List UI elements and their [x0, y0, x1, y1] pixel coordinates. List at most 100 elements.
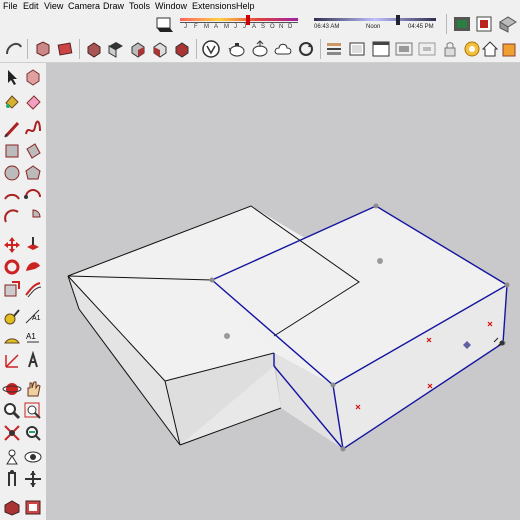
view-iso-icon[interactable]	[84, 39, 104, 59]
walk-icon[interactable]	[2, 469, 22, 489]
rotated-rectangle-icon[interactable]	[23, 141, 43, 161]
move-icon[interactable]	[2, 235, 22, 255]
scene-add-icon[interactable]	[417, 39, 437, 59]
scale-icon[interactable]	[2, 279, 22, 299]
push-pull-icon[interactable]	[23, 235, 43, 255]
section-plane-icon[interactable]	[324, 39, 344, 59]
month-label: A	[214, 24, 219, 30]
separator	[446, 14, 447, 34]
teapot-icon[interactable]	[227, 39, 247, 59]
teapot-upload-icon[interactable]	[250, 39, 270, 59]
month-label: S	[261, 24, 266, 30]
rectangle-icon[interactable]	[2, 141, 22, 161]
arc-icon[interactable]	[2, 185, 22, 205]
month-label: J	[243, 24, 246, 30]
month-label: N	[279, 24, 284, 30]
separator	[320, 39, 321, 59]
separator	[79, 39, 80, 59]
main-toolbar	[0, 36, 520, 63]
extension-warehouse-icon[interactable]	[23, 497, 43, 517]
month-label: J	[184, 24, 187, 30]
freehand-icon[interactable]	[23, 119, 43, 139]
left-toolbar: A1 A1	[0, 63, 47, 520]
scene-icon[interactable]	[394, 39, 414, 59]
circle-icon[interactable]	[2, 163, 22, 183]
view-front-icon[interactable]	[128, 39, 148, 59]
position-camera-icon[interactable]	[2, 447, 22, 467]
pie-icon[interactable]	[23, 207, 43, 227]
look-around-icon[interactable]	[23, 447, 43, 467]
model-canvas[interactable]	[46, 63, 520, 520]
menu-help[interactable]: Help	[236, 1, 255, 12]
polygon-icon[interactable]	[23, 163, 43, 183]
tape-measure-icon[interactable]	[2, 307, 22, 327]
menu-file[interactable]: File	[3, 1, 18, 12]
month-label: D	[288, 24, 293, 30]
zoom-icon[interactable]	[2, 401, 22, 421]
share-model-icon[interactable]	[498, 14, 518, 34]
3d-warehouse-icon[interactable]	[2, 497, 22, 517]
three-point-arc-icon[interactable]	[2, 207, 22, 227]
menu-edit[interactable]: Edit	[23, 1, 39, 12]
line-pencil-icon[interactable]	[2, 119, 22, 139]
lock-icon[interactable]	[440, 39, 460, 59]
3d-warehouse-icon[interactable]	[452, 14, 472, 34]
axes-icon[interactable]	[2, 351, 22, 371]
dimension-icon[interactable]: A1	[23, 307, 43, 327]
make-component-icon[interactable]	[23, 67, 43, 87]
month-label: M	[224, 24, 229, 30]
extension-warehouse-icon[interactable]	[474, 14, 494, 34]
house-icon[interactable]	[480, 39, 500, 59]
shadows-toolbar: J F M A M J J A S O N D 06:43 AM Noon 04…	[148, 12, 520, 36]
time-slider-thumb[interactable]	[396, 15, 400, 25]
follow-me-icon[interactable]	[23, 257, 43, 277]
model-info-icon[interactable]	[201, 39, 221, 59]
menu-camera[interactable]: Camera	[68, 1, 100, 12]
time-slider[interactable]	[314, 18, 436, 21]
menu-draw[interactable]: Draw	[103, 1, 124, 12]
rotate-icon[interactable]	[2, 257, 22, 277]
offset-icon[interactable]	[23, 279, 43, 299]
eraser-icon[interactable]	[23, 91, 43, 111]
protractor-icon[interactable]	[2, 329, 22, 349]
pan-hand-icon[interactable]	[23, 379, 43, 399]
separator	[27, 39, 28, 59]
section-plane-icon[interactable]	[23, 469, 43, 489]
paint-bucket-icon[interactable]	[2, 91, 22, 111]
cloud-icon[interactable]	[273, 39, 293, 59]
zoom-window-icon[interactable]	[23, 401, 43, 421]
sync-icon[interactable]	[296, 39, 316, 59]
svg-text:A1: A1	[32, 315, 41, 322]
menu-view[interactable]: View	[44, 1, 63, 12]
month-label: F	[194, 24, 198, 30]
two-point-arc-icon[interactable]	[23, 185, 43, 205]
menu-window[interactable]: Window	[155, 1, 187, 12]
time-mid-label: Noon	[366, 24, 381, 30]
month-label: O	[270, 24, 275, 30]
3d-text-icon[interactable]	[23, 350, 43, 371]
menu-extensions[interactable]: Extensions	[192, 1, 236, 12]
section-display-icon[interactable]	[347, 39, 367, 59]
shadows-toggle-icon[interactable]	[154, 14, 174, 34]
select-arrow-icon[interactable]	[2, 67, 22, 87]
freehand-icon[interactable]	[4, 39, 24, 59]
text-icon[interactable]: A1	[23, 329, 43, 349]
styles-icon[interactable]	[462, 39, 482, 59]
make-component-icon[interactable]	[33, 39, 53, 59]
month-label: M	[204, 24, 209, 30]
view-top-icon[interactable]	[106, 39, 126, 59]
view-right-icon[interactable]	[150, 39, 170, 59]
dynamic-component-icon[interactable]	[500, 39, 520, 59]
month-label: A	[252, 24, 257, 30]
month-label: J	[234, 24, 237, 30]
separator	[196, 39, 197, 59]
view-back-icon[interactable]	[172, 39, 192, 59]
menu-tools[interactable]: Tools	[129, 1, 150, 12]
paint-bucket-icon[interactable]	[55, 39, 75, 59]
orbit-icon[interactable]	[2, 379, 22, 399]
time-end-label: 04:45 PM	[408, 24, 434, 30]
zoom-extents-icon[interactable]	[2, 423, 22, 443]
previous-view-icon[interactable]	[23, 423, 43, 443]
model-viewport[interactable]	[46, 63, 520, 520]
window-icon[interactable]	[371, 39, 391, 59]
